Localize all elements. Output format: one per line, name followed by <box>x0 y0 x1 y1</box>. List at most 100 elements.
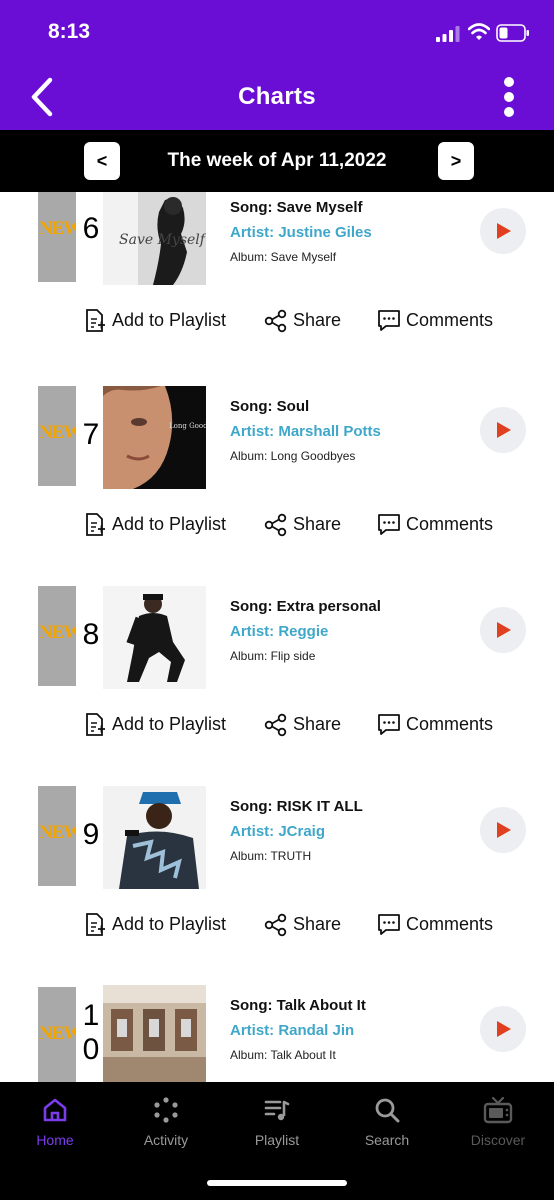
artist-link[interactable]: Artist: Justine Giles <box>230 224 372 241</box>
album-cover[interactable] <box>103 985 206 1082</box>
playlist-icon <box>264 1100 290 1121</box>
play-button[interactable] <box>480 607 526 653</box>
share-button[interactable]: Share <box>264 908 344 940</box>
album-cover[interactable]: Long Goodbyes <box>103 386 206 489</box>
add-to-playlist-button[interactable]: Add to Playlist <box>84 908 234 940</box>
new-badge: NEW <box>38 386 76 486</box>
rank-number: 6 <box>82 212 100 245</box>
comments-button[interactable]: Comments <box>377 708 502 740</box>
rank-number: 7 <box>82 418 100 451</box>
add-to-playlist-icon <box>86 309 105 332</box>
add-to-playlist-icon <box>86 513 105 536</box>
add-to-playlist-icon <box>86 913 105 936</box>
wifi-icon <box>468 23 490 40</box>
search-icon <box>375 1098 400 1123</box>
rank-number: 9 <box>82 818 100 851</box>
album-cover[interactable] <box>103 786 206 889</box>
tab-home[interactable]: Home <box>10 1096 100 1156</box>
tab-activity[interactable]: Activity <box>121 1096 211 1156</box>
artist-link[interactable]: Artist: Randal Jin <box>230 1022 354 1039</box>
song-title: Song: Save Myself <box>230 199 363 216</box>
new-badge: NEW <box>38 786 76 886</box>
album-name: Album: Talk About It <box>230 1048 336 1062</box>
entry-actions: Add to Playlist Share Comments <box>0 708 554 740</box>
play-icon <box>497 223 511 239</box>
chart-entry: NEW 9 Song: RISK IT ALL Artist: JCraig A… <box>0 786 554 986</box>
add-to-playlist-button[interactable]: Add to Playlist <box>84 508 234 540</box>
home-indicator <box>207 1180 347 1186</box>
song-title: Song: Soul <box>230 398 310 415</box>
previous-week-button[interactable]: < <box>84 142 120 180</box>
add-to-playlist-icon <box>86 713 105 736</box>
new-badge-label: NEW <box>39 822 76 843</box>
cover-title: Save Myself <box>119 232 206 248</box>
new-badge-label: NEW <box>39 1023 76 1044</box>
comments-icon <box>378 714 400 735</box>
artist-link[interactable]: Artist: JCraig <box>230 823 325 840</box>
comments-icon <box>378 914 400 935</box>
album-cover[interactable] <box>103 586 206 689</box>
tab-playlist[interactable]: Playlist <box>232 1096 322 1156</box>
add-to-playlist-button[interactable]: Add to Playlist <box>84 708 234 740</box>
play-button[interactable] <box>480 807 526 853</box>
activity-icon <box>154 1097 178 1123</box>
play-icon <box>497 1021 511 1037</box>
share-icon <box>264 713 287 737</box>
status-time: 8:13 <box>48 20 91 43</box>
comments-icon <box>378 310 400 331</box>
song-title: Song: Extra personal <box>230 598 381 615</box>
comments-button[interactable]: Comments <box>377 304 502 336</box>
song-title: Song: RISK IT ALL <box>230 798 363 815</box>
share-button[interactable]: Share <box>264 508 344 540</box>
comments-button[interactable]: Comments <box>377 508 502 540</box>
chart-entry: NEW 6 Save Myself Song: Save Myself Arti… <box>0 192 554 382</box>
play-button[interactable] <box>480 208 526 254</box>
tab-discover[interactable]: Discover <box>453 1096 543 1156</box>
new-badge-label: NEW <box>39 218 76 239</box>
share-icon <box>264 309 287 333</box>
week-selector: < The week of Apr 11,2022 > <box>0 130 554 192</box>
album-cover[interactable]: Save Myself <box>103 192 206 285</box>
play-button[interactable] <box>480 1006 526 1052</box>
rank-number-line-2: 0 <box>82 1033 100 1066</box>
cover-title: Long Goodbyes <box>169 422 206 430</box>
new-badge: NEW <box>38 192 76 282</box>
album-name: Album: Save Myself <box>230 250 337 264</box>
next-week-button[interactable]: > <box>438 142 474 180</box>
entry-actions: Add to Playlist Share Comments <box>0 908 554 940</box>
chart-entry: NEW 7 Long Goodbyes Song: Soul Artist: M… <box>0 386 554 586</box>
album-name: Album: TRUTH <box>230 849 312 863</box>
add-to-playlist-button[interactable]: Add to Playlist <box>84 304 234 336</box>
more-options-icon[interactable] <box>496 76 522 120</box>
rank-number-line-1: 1 <box>82 999 100 1032</box>
chart-entry: NEW 1 0 Song: Talk About It Artist: Rand… <box>0 985 554 1082</box>
share-icon <box>264 913 287 937</box>
chart-entry: NEW 8 Song: Extra personal Artist: Reggi… <box>0 586 554 786</box>
home-icon <box>43 1098 67 1122</box>
song-title: Song: Talk About It <box>230 997 366 1014</box>
comments-button[interactable]: Comments <box>377 908 502 940</box>
comments-icon <box>378 514 400 535</box>
album-name: Album: Long Goodbyes <box>230 449 356 463</box>
artist-link[interactable]: Artist: Reggie <box>230 623 328 640</box>
rank-number: 8 <box>82 618 100 651</box>
new-badge-label: NEW <box>39 422 76 443</box>
play-icon <box>497 822 511 838</box>
share-button[interactable]: Share <box>264 304 344 336</box>
play-icon <box>497 422 511 438</box>
new-badge: NEW <box>38 987 76 1082</box>
album-name: Album: Flip side <box>230 649 316 663</box>
play-button[interactable] <box>480 407 526 453</box>
share-button[interactable]: Share <box>264 708 344 740</box>
entry-actions: Add to Playlist Share Comments <box>0 508 554 540</box>
page-title: Charts <box>238 83 316 110</box>
new-badge-label: NEW <box>39 622 76 643</box>
entry-actions: Add to Playlist Share Comments <box>0 304 554 336</box>
tv-icon <box>483 1096 513 1124</box>
app-header: 8:13 Charts <box>0 0 554 130</box>
navigation-bar: Charts <box>0 64 554 130</box>
chart-list[interactable]: NEW 6 Save Myself Song: Save Myself Arti… <box>0 192 554 1082</box>
share-icon <box>264 513 287 537</box>
tab-search[interactable]: Search <box>342 1096 432 1156</box>
artist-link[interactable]: Artist: Marshall Potts <box>230 423 381 440</box>
